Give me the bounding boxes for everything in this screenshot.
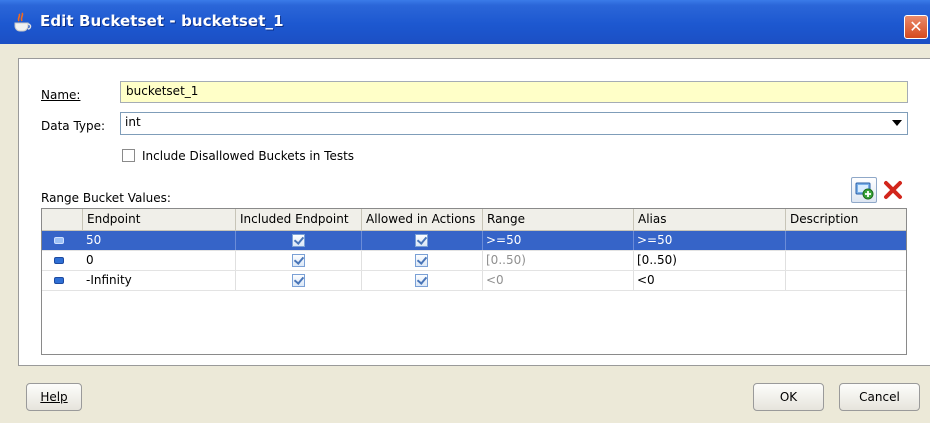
included-endpoint-checkbox[interactable]: [292, 254, 305, 267]
cell-included-endpoint[interactable]: [236, 231, 362, 250]
header-alias[interactable]: Alias: [634, 209, 786, 230]
allowed-in-actions-checkbox[interactable]: [415, 254, 428, 267]
dialog-title: Edit Bucketset - bucketset_1: [40, 12, 284, 30]
cell-alias[interactable]: [0..50): [634, 251, 786, 270]
header-description[interactable]: Description: [786, 209, 906, 230]
cell-endpoint[interactable]: 0: [83, 251, 236, 270]
cell-allowed-in-actions[interactable]: [362, 251, 483, 270]
cell-endpoint[interactable]: -Infinity: [83, 271, 236, 290]
edit-bucketset-dialog: Edit Bucketset - bucketset_1 ✕ Name: buc…: [0, 0, 930, 423]
bucket-row-icon: [54, 277, 64, 284]
header-row-icon-column: [42, 209, 83, 230]
cell-alias[interactable]: <0: [634, 271, 786, 290]
close-icon: ✕: [909, 17, 923, 36]
cell-included-endpoint[interactable]: [236, 271, 362, 290]
cell-range: [0..50): [483, 251, 634, 270]
cell-allowed-in-actions[interactable]: [362, 231, 483, 250]
include-disallowed-label: Include Disallowed Buckets in Tests: [142, 149, 355, 163]
name-field[interactable]: bucketset_1: [120, 81, 908, 103]
data-type-label: Data Type:: [41, 119, 106, 133]
cancel-button-label: Cancel: [859, 390, 900, 404]
table-row[interactable]: 0 [0..50) [0..50): [42, 251, 906, 271]
ok-button[interactable]: OK: [753, 383, 824, 411]
coffee-cup-icon: [14, 12, 32, 32]
bucket-row-icon: [54, 237, 64, 244]
allowed-in-actions-checkbox[interactable]: [415, 274, 428, 287]
header-included-endpoint[interactable]: Included Endpoint: [236, 209, 362, 230]
cell-alias[interactable]: >=50: [634, 231, 786, 250]
header-endpoint[interactable]: Endpoint: [83, 209, 236, 230]
data-type-value: int: [125, 115, 141, 129]
cancel-button[interactable]: Cancel: [839, 383, 920, 411]
header-allowed-in-actions[interactable]: Allowed in Actions: [362, 209, 483, 230]
add-bucket-button[interactable]: [851, 177, 877, 203]
bucket-values-table: Endpoint Included Endpoint Allowed in Ac…: [41, 208, 907, 355]
cell-description[interactable]: [786, 271, 906, 290]
help-button[interactable]: Help: [26, 383, 82, 411]
include-disallowed-checkbox[interactable]: [122, 149, 135, 162]
data-type-select[interactable]: int: [120, 112, 908, 135]
close-button[interactable]: ✕: [904, 15, 928, 39]
table-row[interactable]: -Infinity <0 <0: [42, 271, 906, 291]
table-header: Endpoint Included Endpoint Allowed in Ac…: [42, 209, 906, 231]
cell-endpoint[interactable]: 50: [83, 231, 236, 250]
bucket-row-icon: [54, 257, 64, 264]
cell-included-endpoint[interactable]: [236, 251, 362, 270]
title-bar[interactable]: Edit Bucketset - bucketset_1 ✕: [0, 0, 930, 44]
table-row[interactable]: 50 >=50 >=50: [42, 231, 906, 251]
delete-bucket-icon[interactable]: [882, 179, 904, 201]
header-range[interactable]: Range: [483, 209, 634, 230]
cell-allowed-in-actions[interactable]: [362, 271, 483, 290]
name-value: bucketset_1: [126, 84, 199, 98]
help-button-label: Help: [40, 390, 68, 404]
add-bucket-icon: [855, 182, 874, 200]
range-bucket-values-label: Range Bucket Values:: [41, 191, 171, 205]
allowed-in-actions-checkbox[interactable]: [415, 234, 428, 247]
chevron-down-icon: [892, 120, 902, 126]
name-label: Name:: [41, 88, 81, 102]
cell-range: >=50: [483, 231, 634, 250]
ok-button-label: OK: [779, 390, 798, 404]
cell-description[interactable]: [786, 231, 906, 250]
cell-range: <0: [483, 271, 634, 290]
cell-description[interactable]: [786, 251, 906, 270]
included-endpoint-checkbox[interactable]: [292, 274, 305, 287]
included-endpoint-checkbox[interactable]: [292, 234, 305, 247]
